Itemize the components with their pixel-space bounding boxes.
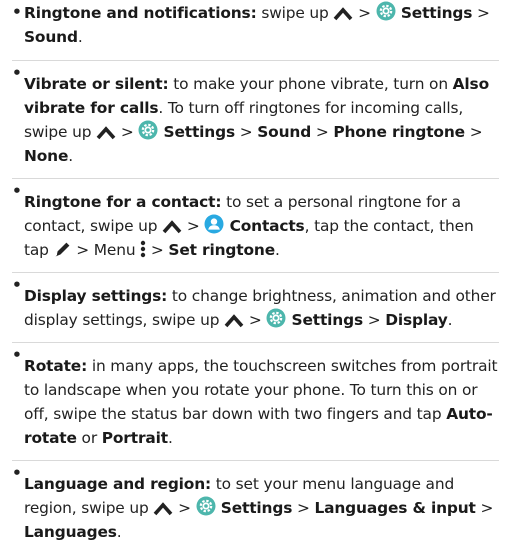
list-item-ringtone-notifications: Ringtone and notifications: swipe up > S… — [12, 0, 499, 61]
chevron-up-icon — [162, 220, 182, 234]
list-item-rotate: Rotate: in many apps, the touchscreen sw… — [12, 343, 499, 461]
list-item-language-region: Language and region: to set your menu la… — [12, 461, 499, 544]
settings-icon — [266, 308, 286, 328]
item-title: Ringtone for a contact: — [24, 193, 222, 211]
contacts-icon — [204, 214, 224, 234]
list-item-vibrate-silent: Vibrate or silent: to make your phone vi… — [12, 61, 499, 179]
list-item-contact-ringtone: Ringtone for a contact: to set a persona… — [12, 179, 499, 273]
item-title: Display settings: — [24, 287, 168, 305]
settings-icon — [138, 120, 158, 140]
settings-icon — [376, 1, 396, 21]
chevron-up-icon — [96, 126, 116, 140]
item-title: Vibrate or silent: — [24, 75, 169, 93]
settings-help-document: Ringtone and notifications: swipe up > S… — [0, 0, 505, 541]
item-title: Rotate: — [24, 357, 88, 375]
list-item-display-settings: Display settings: to change brightness, … — [12, 273, 499, 343]
item-title: Language and region: — [24, 475, 212, 493]
settings-icon — [196, 496, 216, 516]
edit-pencil-icon — [54, 240, 72, 258]
chevron-up-icon — [333, 7, 353, 21]
chevron-up-icon — [224, 314, 244, 328]
item-title: Ringtone and notifications: — [24, 4, 257, 22]
chevron-up-icon — [153, 502, 173, 516]
